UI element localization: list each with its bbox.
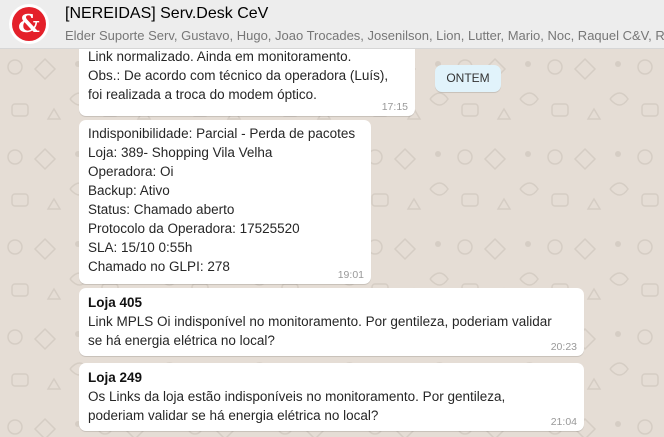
message-text: Link normalizado. Ainda em monitoramento… xyxy=(88,49,352,64)
message-text: poderiam validar se há energia elétrica … xyxy=(88,408,379,423)
chat-header[interactable]: & [NEREIDAS] Serv.Desk CeV Elder Suporte… xyxy=(0,0,664,49)
message-list[interactable]: Link normalizado. Ainda em monitoramento… xyxy=(0,41,664,437)
message-bubble[interactable]: Link normalizado. Ainda em monitoramento… xyxy=(79,41,415,116)
message-text: Obs.: De acordo com técnico da operadora… xyxy=(88,68,389,83)
whatsapp-chat-window: & [NEREIDAS] Serv.Desk CeV Elder Suporte… xyxy=(0,0,664,437)
message-time: 17:15 xyxy=(381,101,408,113)
group-participants: Elder Suporte Serv, Gustavo, Hugo, Joao … xyxy=(65,28,664,43)
message-text: Os Links da loja estão indisponíveis no … xyxy=(88,389,506,404)
message-text: Chamado no GLPI: 278 xyxy=(88,259,230,274)
message-text: SLA: 15/10 0:55h xyxy=(88,240,193,255)
day-separator: ONTEM xyxy=(435,65,501,92)
message-text: Status: Chamado aberto xyxy=(88,202,235,217)
message-text: Loja: 389- Shopping Vila Velha xyxy=(88,145,273,160)
message-bubble[interactable]: Loja 405 Link MPLS Oi indisponível no mo… xyxy=(79,288,584,356)
ampersand-logo-icon: & xyxy=(12,7,46,41)
message-text: Protocolo da Operadora: 17525520 xyxy=(88,221,300,236)
message-text: Backup: Ativo xyxy=(88,183,170,198)
message-bubble[interactable]: Loja 249 Os Links da loja estão indispon… xyxy=(79,363,584,431)
message-time: 21:04 xyxy=(550,416,577,428)
group-avatar[interactable]: & xyxy=(9,4,49,44)
message-text: foi realizada a troca do modem óptico. xyxy=(88,87,317,102)
group-title[interactable]: [NEREIDAS] Serv.Desk CeV xyxy=(65,5,268,23)
message-heading: Loja 405 xyxy=(88,295,143,310)
message-text: Operadora: Oi xyxy=(88,164,174,179)
message-text: Indisponibilidade: Parcial - Perda de pa… xyxy=(88,126,356,141)
message-time: 20:23 xyxy=(550,341,577,353)
message-time: 19:01 xyxy=(337,269,364,281)
message-bubble[interactable]: Indisponibilidade: Parcial - Perda de pa… xyxy=(79,120,371,284)
message-heading: Loja 249 xyxy=(88,370,143,385)
message-text: Link MPLS Oi indisponível no monitoramen… xyxy=(88,314,552,329)
message-text: se há energia elétrica no local? xyxy=(88,333,275,348)
